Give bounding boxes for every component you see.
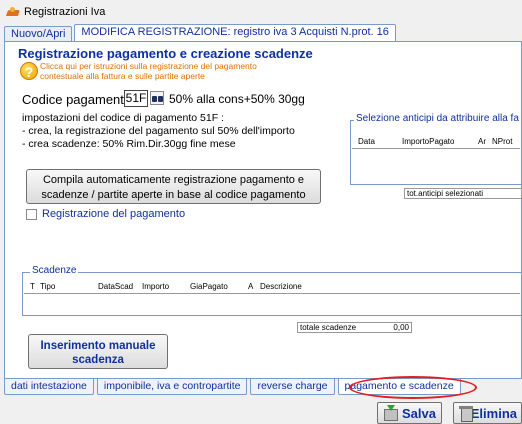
totale-scadenze-value: 0,00: [393, 323, 409, 332]
window-title: Registrazioni Iva: [24, 6, 106, 18]
codice-pagamento-input[interactable]: 51F: [124, 90, 148, 107]
registrazione-pagamento-row[interactable]: Registrazione del pagamento: [26, 208, 185, 220]
binoculars-search-icon[interactable]: [150, 91, 164, 105]
help-text-line2: contestuale alla fattura e sulle partite…: [40, 71, 205, 81]
inserimento-manuale-button[interactable]: Inserimento manuale scadenza: [28, 334, 168, 369]
tab-reverse-charge[interactable]: reverse charge: [250, 379, 335, 395]
scadenze-col-descrizione[interactable]: Descrizione: [260, 282, 302, 291]
highlight-circle: [349, 376, 477, 399]
impostazioni-text: impostazioni del codice di pagamento 51F…: [22, 112, 295, 151]
scadenze-legend: Scadenze: [30, 265, 79, 276]
scadenze-col-a[interactable]: A: [248, 282, 253, 291]
codice-pagamento-description: 50% alla cons+50% 30gg: [169, 92, 305, 106]
help-text-line1: Clicca qui per istruzioni sulla registra…: [40, 61, 257, 71]
anticipi-group: [350, 120, 522, 185]
window: Registrazioni Iva Nuovo/Apri MODIFICA RE…: [0, 0, 522, 424]
trash-icon: [458, 405, 473, 422]
registrazione-pagamento-checkbox[interactable]: [26, 208, 37, 220]
impostazioni-line3: - crea scadenze: 50% Rim.Dir.30gg fine m…: [22, 138, 236, 150]
top-tabs: Nuovo/Apri MODIFICA REGISTRAZIONE: regis…: [4, 24, 398, 42]
scadenze-col-tipo[interactable]: Tipo: [40, 282, 55, 291]
section-title: Registrazione pagamento e creazione scad…: [18, 46, 313, 61]
registrazione-pagamento-label: Registrazione del pagamento: [42, 208, 186, 220]
tab-nuovo-apri[interactable]: Nuovo/Apri: [4, 26, 73, 42]
anticipi-total-field: tot.anticipi selezionati: [404, 188, 522, 199]
tab-imponibile-iva[interactable]: imponibile, iva e contropartite: [96, 379, 248, 395]
anticipi-col-importo[interactable]: ImportoPagato: [402, 137, 454, 146]
elimina-button[interactable]: Elimina: [453, 402, 522, 424]
anticipi-col-data[interactable]: Data: [358, 137, 375, 146]
scadenze-group: [22, 272, 522, 316]
compila-automaticamente-button[interactable]: Compila automaticamente registrazione pa…: [26, 169, 321, 204]
salva-label: Salva: [402, 405, 436, 421]
scadenze-col-datascad[interactable]: DataScad: [98, 282, 133, 291]
tab-dati-intestazione[interactable]: dati intestazione: [4, 379, 94, 395]
elimina-label: Elimina: [470, 405, 517, 421]
inserimento-button-line1: Inserimento manuale: [40, 340, 156, 352]
anticipi-header-divider: [352, 148, 520, 149]
scadenze-col-t[interactable]: T: [30, 282, 35, 291]
help-icon[interactable]: ?: [20, 62, 38, 80]
totale-scadenze-label: totale scadenze: [300, 323, 357, 332]
scadenze-header-divider: [24, 293, 520, 294]
anticipi-legend: Selezione anticipi da attribuire alla fa: [354, 113, 521, 124]
totale-scadenze-field: totale scadenze 0,00: [297, 322, 412, 333]
compila-button-line2: scadenze / partite aperte in base al cod…: [41, 189, 306, 201]
inserimento-button-line2: scadenza: [72, 354, 124, 366]
save-icon: [382, 405, 398, 421]
scadenze-col-importo[interactable]: Importo: [142, 282, 169, 291]
scadenze-col-giapagato[interactable]: GiaPagato: [190, 282, 228, 291]
anticipi-col-nprot[interactable]: NProt: [492, 137, 512, 146]
tab-modifica-registrazione[interactable]: MODIFICA REGISTRAZIONE: registro iva 3 A…: [74, 24, 396, 42]
salva-button[interactable]: Salva: [377, 402, 442, 424]
compila-button-line1: Compila automaticamente registrazione pa…: [42, 174, 305, 186]
codice-pagamento-label: Codice pagamento: [22, 92, 132, 107]
impostazioni-line1: impostazioni del codice di pagamento 51F…: [22, 112, 224, 124]
impostazioni-line2: - crea, la registrazione del pagamento s…: [22, 125, 295, 137]
title-bar: Registrazioni Iva: [0, 0, 522, 24]
app-icon: [6, 6, 20, 18]
anticipi-col-ar[interactable]: Ar: [478, 137, 486, 146]
help-link[interactable]: Clicca qui per istruzioni sulla registra…: [40, 61, 310, 81]
